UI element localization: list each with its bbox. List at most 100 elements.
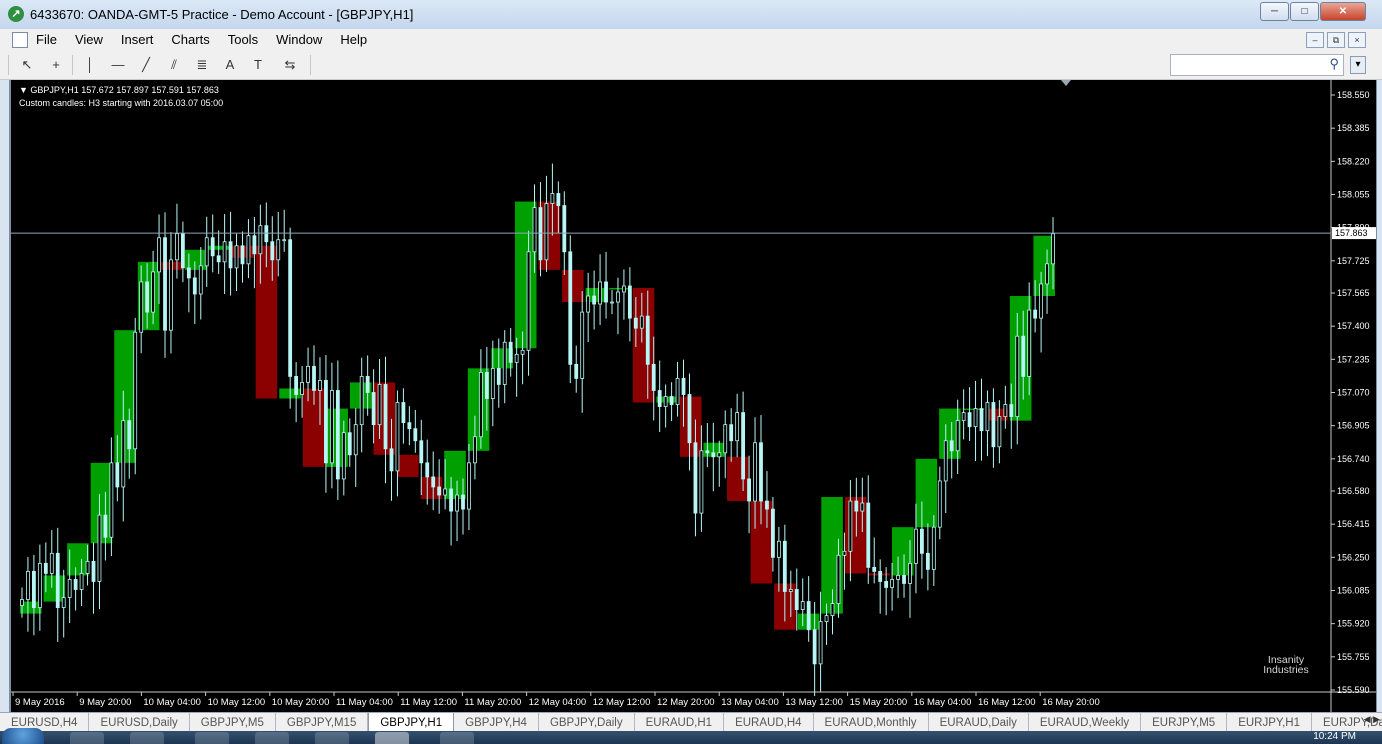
close-button[interactable]: ✕ — [1320, 2, 1366, 21]
h1-candle-body — [341, 432, 346, 480]
current-price-label: 157.863 — [1335, 228, 1368, 238]
h1-candle-body — [449, 488, 453, 512]
h1-candle-body — [741, 412, 746, 480]
search-input[interactable]: ⚲ — [1170, 54, 1344, 76]
custom-candles-note: Custom candles: H3 starting with 2016.03… — [19, 98, 224, 108]
fibonacci-icon[interactable]: ≣ — [192, 56, 212, 74]
h1-candle-body — [151, 271, 155, 313]
arrows-icon[interactable]: ⇆ — [280, 56, 300, 74]
menu-help[interactable]: Help — [340, 32, 367, 47]
taskbar-browser-icon[interactable] — [315, 732, 349, 744]
chart-menu-triangle-icon[interactable]: ▼ — [19, 85, 30, 95]
tab-gbpjpy-m5[interactable]: GBPJPY,M5 — [190, 713, 276, 731]
vertical-line-icon[interactable]: │ — [80, 56, 100, 74]
h1-candle-body — [371, 392, 376, 426]
start-button[interactable] — [2, 728, 44, 744]
taskbar-chrome-icon[interactable] — [375, 732, 409, 744]
child-restore-button[interactable]: ⧉ — [1327, 32, 1345, 48]
h1-candle-body — [544, 203, 549, 261]
h1-candle-body — [538, 207, 543, 261]
h1-candle-body — [55, 552, 60, 608]
price-tick-label: 156.905 — [1337, 421, 1370, 431]
horizontal-line-icon[interactable]: — — [108, 56, 128, 74]
h3-candle-body — [67, 543, 89, 576]
text-label-icon[interactable]: T — [248, 56, 268, 74]
h1-candle-body — [776, 540, 781, 558]
h1-candle-body — [759, 442, 763, 502]
child-minimize-button[interactable]: – — [1306, 32, 1324, 48]
chart-window[interactable]: 158.550158.385158.220158.055157.890157.7… — [9, 80, 1377, 712]
h1-candle-body — [836, 554, 841, 604]
tab-eurjpy-m5[interactable]: EURJPY,M5 — [1141, 713, 1228, 731]
menu-insert[interactable]: Insert — [121, 32, 154, 47]
h1-candle-body — [335, 390, 340, 480]
tab-eurjpy-h1[interactable]: EURJPY,H1 — [1227, 713, 1312, 731]
h1-candle-body — [1027, 309, 1032, 377]
equidistant-channel-icon[interactable]: ⫽ — [164, 56, 184, 74]
tab-euraud-h4[interactable]: EURAUD,H4 — [724, 713, 814, 731]
metatrader-app-icon[interactable]: ↗ — [8, 6, 24, 22]
h1-candle-body — [729, 424, 734, 442]
h1-candle-body — [455, 494, 459, 512]
h1-candle-body — [627, 285, 632, 319]
tab-euraud-monthly[interactable]: EURAUD,Monthly — [814, 713, 929, 731]
taskbar-app-icon[interactable] — [130, 732, 164, 744]
h1-candle-body — [842, 550, 847, 556]
taskbar-app-icon[interactable] — [195, 732, 229, 744]
price-chart[interactable]: 158.550158.385158.220158.055157.890157.7… — [11, 80, 1376, 712]
time-tick-label: 10 May 12:00 — [208, 697, 266, 708]
h1-candle-body — [186, 267, 191, 279]
h1-candle-body — [753, 442, 757, 502]
h1-candle-body — [97, 514, 102, 582]
text-icon[interactable]: A — [220, 56, 240, 74]
h1-candle-body — [604, 281, 608, 303]
time-tick-label: 16 May 12:00 — [978, 697, 1036, 708]
taskbar-metatrader-icon[interactable] — [440, 732, 474, 744]
h1-candle-body — [288, 239, 293, 377]
tab-eurusd-daily[interactable]: EURUSD,Daily — [89, 713, 190, 731]
menu-charts[interactable]: Charts — [171, 32, 209, 47]
h3-candle-body — [609, 287, 631, 290]
h1-candle-body — [735, 412, 740, 442]
tab-gbpjpy-m15[interactable]: GBPJPY,M15 — [276, 713, 369, 731]
menu-view[interactable]: View — [75, 32, 103, 47]
tab-euraud-h1[interactable]: EURAUD,H1 — [635, 713, 725, 731]
tab-gbpjpy-h4[interactable]: GBPJPY,H4 — [454, 713, 539, 731]
toolbar-overflow-icon[interactable]: ▾ — [1350, 56, 1366, 74]
tab-scroll-arrows[interactable]: ◀ ▶ — [1364, 714, 1380, 725]
price-tick-label: 158.220 — [1337, 156, 1370, 166]
h1-candle-body — [175, 233, 179, 261]
h1-candle-body — [961, 412, 966, 422]
h1-candle-body — [902, 575, 906, 584]
taskbar-explorer-icon[interactable] — [70, 732, 104, 744]
h1-candle-body — [854, 500, 859, 512]
h1-candle-body — [198, 265, 203, 295]
tab-gbpjpy-h1[interactable]: GBPJPY,H1 — [368, 713, 455, 732]
h1-candle-body — [282, 239, 287, 242]
maximize-button[interactable]: □ — [1290, 2, 1319, 21]
cursor-icon[interactable]: ↖ — [17, 56, 37, 74]
trendline-icon[interactable]: ╱ — [136, 56, 156, 74]
tab-euraud-weekly[interactable]: EURAUD,Weekly — [1029, 713, 1142, 731]
h1-candle-body — [556, 193, 561, 206]
crosshair-icon[interactable]: + — [46, 56, 66, 74]
minimize-button[interactable]: ─ — [1260, 2, 1289, 21]
drawing-toolbar: ↖ + │ — ╱ ⫽ ≣ A T ⇆ ⚲ ▾ — [0, 51, 1382, 80]
h1-candle-body — [526, 251, 531, 351]
h1-candle-body — [616, 291, 620, 303]
h1-candle-body — [592, 295, 597, 305]
h1-candle-body — [389, 448, 394, 472]
menu-window[interactable]: Window — [276, 32, 322, 47]
h1-candle-body — [991, 402, 996, 448]
menu-tools[interactable]: Tools — [228, 32, 258, 47]
search-icon[interactable]: ⚲ — [1329, 56, 1339, 72]
h1-candle-body — [890, 579, 895, 588]
taskbar-app-icon[interactable] — [255, 732, 289, 744]
h1-candle-body — [586, 295, 591, 313]
child-close-button[interactable]: × — [1348, 32, 1366, 48]
tab-gbpjpy-daily[interactable]: GBPJPY,Daily — [539, 713, 635, 731]
tab-euraud-daily[interactable]: EURAUD,Daily — [929, 713, 1029, 731]
h1-candle-body — [931, 526, 936, 570]
chart-window-icon[interactable] — [12, 32, 28, 48]
menu-file[interactable]: File — [36, 32, 57, 47]
